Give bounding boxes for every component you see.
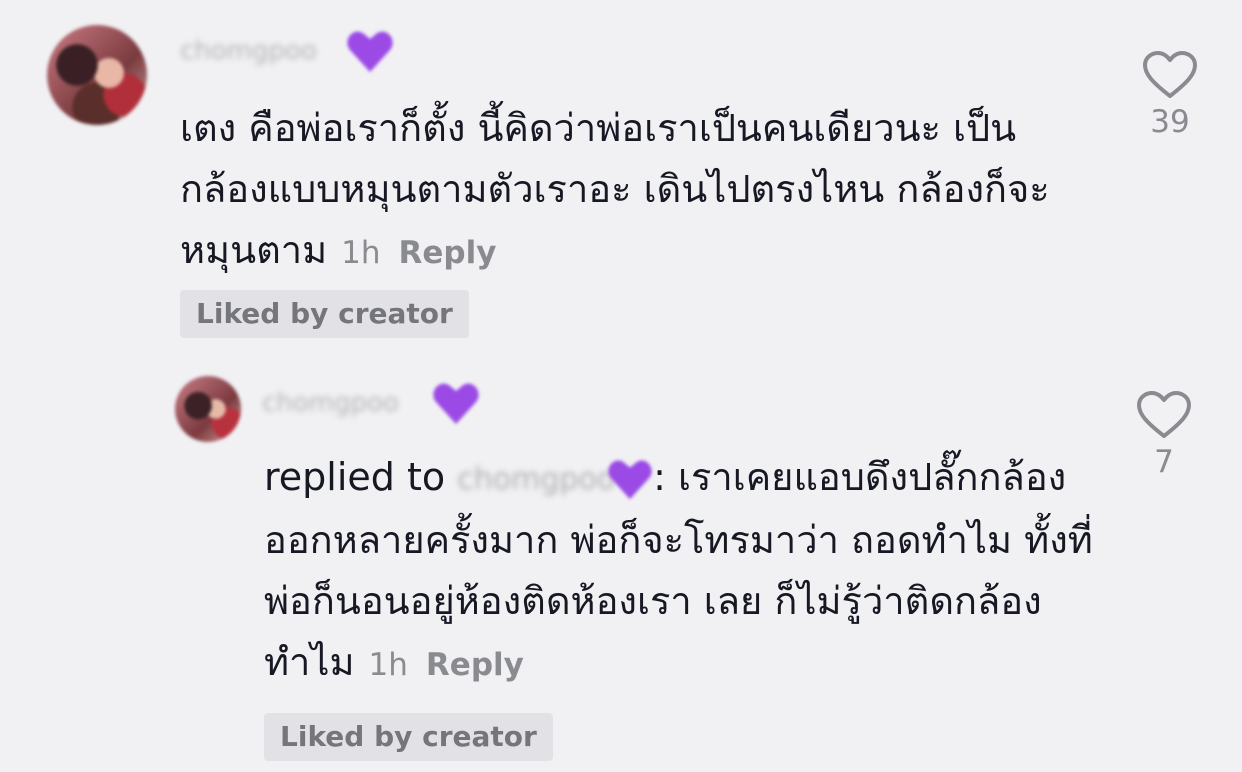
- comment-time: 1h: [341, 235, 381, 271]
- avatar[interactable]: [47, 25, 147, 125]
- comment-username[interactable]: chomgpoo: [180, 36, 317, 66]
- mentioned-username[interactable]: chomgpoo: [457, 449, 615, 510]
- reply-button[interactable]: Reply: [399, 235, 497, 271]
- purple-heart-badge-icon: [433, 383, 479, 424]
- liked-by-creator-badge: Liked by creator: [180, 290, 469, 338]
- purple-heart-badge-icon: [347, 31, 393, 73]
- comment-username[interactable]: chomgpoo: [262, 388, 399, 418]
- reply-button[interactable]: Reply: [426, 647, 524, 683]
- comment-text: เตง คือพ่อเราก็ตั้ง นี้คิดว่าพ่อเราเป็นค…: [180, 106, 1050, 272]
- like-count: 39: [1150, 104, 1190, 140]
- replied-to-label: replied to: [264, 455, 446, 499]
- reply-body: replied to chomgpoo: เราเคยแอบดึงปลั๊กกล…: [264, 447, 1124, 696]
- liked-by-creator-badge: Liked by creator: [264, 713, 553, 761]
- like-control[interactable]: 7: [1124, 390, 1204, 480]
- avatar[interactable]: [175, 376, 241, 442]
- heart-icon[interactable]: [1142, 50, 1198, 100]
- purple-heart-badge-icon: [608, 460, 652, 499]
- like-control[interactable]: 39: [1130, 50, 1210, 140]
- comment-time: 1h: [368, 647, 408, 683]
- like-count: 7: [1154, 444, 1174, 480]
- mention-separator: :: [653, 455, 666, 499]
- comment-body: เตง คือพ่อเราก็ตั้ง นี้คิดว่าพ่อเราเป็นค…: [180, 98, 1080, 284]
- heart-icon[interactable]: [1136, 390, 1192, 440]
